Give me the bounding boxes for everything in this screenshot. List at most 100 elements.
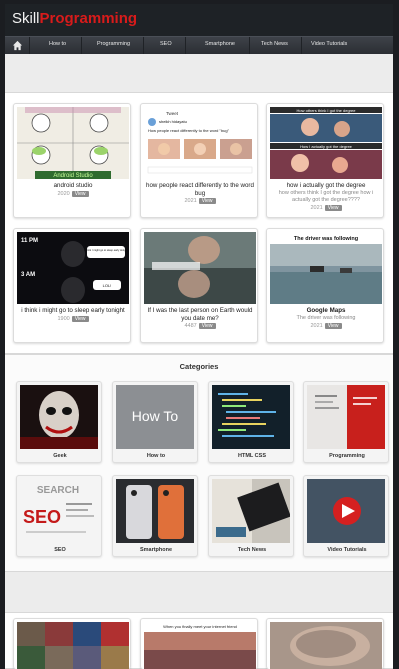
nav-item-programming[interactable]: Programming [97, 41, 130, 47]
post-views: 4487 [184, 323, 197, 329]
category-programming[interactable]: Programming [303, 381, 389, 463]
site-logo[interactable]: SkillProgramming [12, 10, 137, 28]
post1-thumb-text: Android Studio [53, 173, 93, 179]
category-label[interactable]: Programming [304, 453, 390, 459]
category-thumbnail[interactable] [307, 479, 385, 543]
view-button[interactable]: View [198, 198, 216, 204]
post-card[interactable] [13, 618, 131, 669]
post-card[interactable]: 11 PM 3 AM I think I might go to sleep e… [13, 228, 131, 343]
view-button[interactable]: View [324, 205, 342, 211]
post-thumbnail[interactable] [144, 232, 256, 304]
post-title[interactable]: android studio [17, 182, 129, 190]
post4-thumb-time1: 11 PM [21, 238, 38, 244]
logo-programming-text: Programming [39, 10, 138, 27]
post4-thumb-bubble1: I think I might go to sleep early tonigh… [84, 248, 128, 252]
nav-item-tech-news[interactable]: Tech News [261, 41, 288, 47]
site-header: SkillProgramming [5, 4, 393, 36]
post-meta: 1900 View [17, 316, 129, 322]
post-meta: 2020 View [17, 191, 129, 197]
post-views: 2021 [310, 205, 323, 211]
view-button[interactable]: View [198, 323, 216, 329]
view-button[interactable]: View [324, 323, 342, 329]
page-scrollbar[interactable] [393, 54, 399, 669]
post-meta: 2021 View [270, 323, 382, 329]
post-title[interactable]: If I was the last person on Earth would … [144, 307, 256, 323]
category-label[interactable]: Geek [17, 453, 103, 459]
post-title[interactable]: how i actually got the degree [270, 182, 382, 190]
post-card[interactable] [266, 618, 384, 669]
category-how-to[interactable]: How To How to [112, 381, 198, 463]
post-views: 1900 [57, 316, 70, 322]
logo-skill-text: Skill [12, 10, 40, 27]
home-icon[interactable] [12, 40, 23, 51]
nav-item-how-to[interactable]: How to [49, 41, 66, 47]
post-title[interactable]: how people react differently to the word… [144, 182, 256, 198]
post-thumbnail[interactable]: 11 PM 3 AM I think I might go to sleep e… [17, 232, 129, 304]
category-thumbnail[interactable]: SEARCH SEO [20, 479, 98, 543]
post-card[interactable]: If I was the last person on Earth would … [140, 228, 258, 343]
post-thumbnail[interactable]: How others think I got the degree How I … [270, 107, 382, 179]
post6-thumb-top: The driver was following [294, 236, 358, 242]
post-thumbnail[interactable]: When you finally meet your internet frie… [144, 622, 256, 669]
post3-thumb-bottom: How I actually got the degree [300, 144, 353, 149]
category-thumbnail[interactable] [307, 385, 385, 449]
post-thumbnail[interactable] [270, 622, 382, 669]
post-card[interactable]: Tweet sheikh hidayatu How people react d… [140, 103, 258, 218]
category-thumbnail[interactable] [212, 479, 290, 543]
category-label[interactable]: How to [113, 453, 199, 459]
category-tech-news[interactable]: Tech News [208, 475, 294, 557]
post-excerpt: The driver was following [296, 315, 356, 321]
post-meta: 2021 View [144, 198, 256, 204]
howto-thumb-text: How To [132, 408, 179, 424]
post3-thumb-top: How others think I got the degree [297, 108, 357, 113]
category-thumbnail[interactable] [212, 385, 290, 449]
nav-divider [81, 37, 82, 55]
category-thumbnail[interactable]: How To [116, 385, 194, 449]
post-thumbnail[interactable] [17, 622, 129, 669]
bottom-thumb-text: When you finally meet your internet frie… [163, 624, 237, 629]
category-thumbnail[interactable] [20, 385, 98, 449]
post-card[interactable]: How others think I got the degree How I … [266, 103, 384, 218]
category-html-css[interactable]: HTML CSS [208, 381, 294, 463]
category-video-tutorials[interactable]: Video Tutorials [303, 475, 389, 557]
category-thumbnail[interactable] [116, 479, 194, 543]
seo-thumb-search: SEARCH [37, 485, 79, 496]
post-views: 2021 [310, 323, 323, 329]
seo-thumb-text: SEO [23, 507, 61, 527]
post-thumbnail[interactable]: Tweet sheikh hidayatu How people react d… [144, 107, 256, 179]
nav-divider [185, 37, 186, 55]
post-meta: 2021 View [270, 205, 382, 211]
nav-item-seo[interactable]: SEO [160, 41, 172, 47]
post-thumbnail[interactable]: Android Studio [17, 107, 129, 179]
nav-divider [143, 37, 144, 55]
nav-item-smartphone[interactable]: Smartphone [205, 41, 235, 47]
nav-divider [29, 37, 30, 55]
nav-divider [301, 37, 302, 55]
post4-thumb-bubble2: LOL! [103, 283, 112, 288]
nav-divider [249, 37, 250, 55]
category-label[interactable]: HTML CSS [209, 453, 295, 459]
category-smartphone[interactable]: Smartphone [112, 475, 198, 557]
category-geek[interactable]: Geek [16, 381, 102, 463]
view-button[interactable]: View [71, 316, 89, 322]
post4-thumb-time2: 3 AM [21, 272, 35, 278]
category-seo[interactable]: SEARCH SEO SEO [16, 475, 102, 557]
post-card[interactable]: When you finally meet your internet frie… [140, 618, 258, 669]
post-card[interactable]: Android Studio android studio 2020 View [13, 103, 131, 218]
categories-heading: Categories [179, 362, 219, 371]
category-label[interactable]: Tech News [209, 547, 295, 553]
category-label[interactable]: Smartphone [113, 547, 199, 553]
nav-item-video-tutorials[interactable]: Video Tutorials [311, 41, 347, 47]
post-card[interactable]: The driver was following Google Maps The… [266, 228, 384, 343]
post-title[interactable]: Google Maps [270, 307, 382, 315]
post-title[interactable]: i think i might go to sleep early tonigh… [17, 307, 129, 315]
post-views: 2020 [57, 191, 70, 197]
category-label[interactable]: SEO [17, 547, 103, 553]
view-button[interactable]: View [71, 191, 89, 197]
category-label[interactable]: Video Tutorials [304, 547, 390, 553]
post-views: 2021 [184, 198, 197, 204]
post2-thumb-head: Tweet [166, 111, 179, 116]
main-nav: How to Programming SEO Smartphone Tech N… [5, 36, 393, 55]
post-excerpt: how others think I got the degree how i … [278, 190, 374, 203]
post-thumbnail[interactable]: The driver was following [270, 232, 382, 304]
